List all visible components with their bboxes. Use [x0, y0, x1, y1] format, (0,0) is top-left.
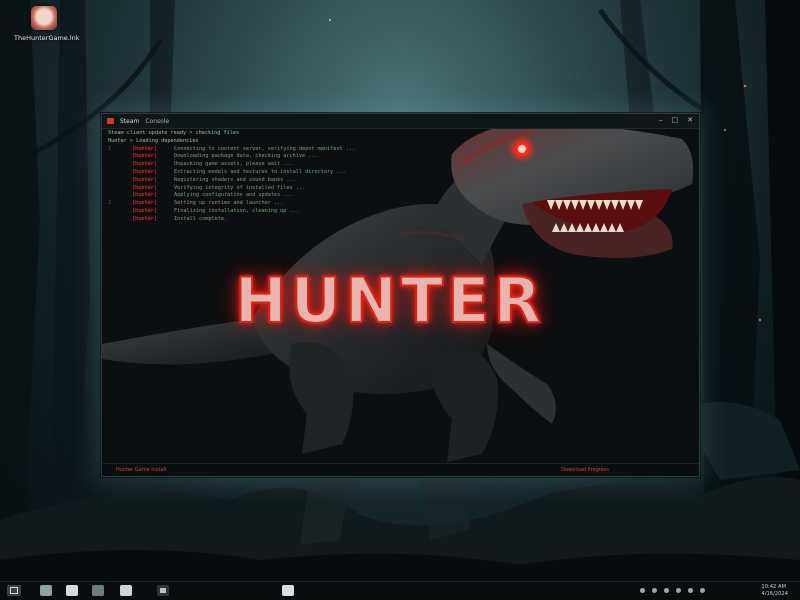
tray-language-icon[interactable] — [700, 588, 705, 593]
desktop-shortcut-icon[interactable]: TheHunterGame.lnk — [14, 6, 80, 42]
minimize-button[interactable]: – — [659, 116, 663, 124]
app-window[interactable]: Steam Console – □ ✕ Steam client update … — [101, 113, 700, 477]
window-controls: – □ ✕ — [659, 116, 693, 124]
taskbar-game-icon[interactable] — [282, 585, 294, 596]
log-row: [hunter] Extracting models and textures t… — [132, 168, 346, 175]
start-button[interactable] — [7, 585, 21, 596]
log-row: [hunter] Registering shaders and sound ba… — [132, 176, 296, 183]
log-row: [hunter] Install complete. — [132, 215, 228, 222]
taskbar-app-icon[interactable] — [66, 585, 78, 596]
clock-time: 10:42 AM — [761, 584, 787, 590]
log-row: [hunter] Unpacking game assets, please wa… — [132, 161, 293, 168]
log-row: [hunter] Applying configuration and updat… — [132, 192, 293, 199]
terminal-header-2: Hunter > Loading dependencies — [108, 137, 199, 144]
terminal-header-1: Steam client update ready > checking fil… — [108, 130, 240, 136]
taskbar-app-icon[interactable] — [157, 585, 169, 596]
taskbar-app-icon[interactable] — [40, 585, 52, 596]
taskbar-app-icon[interactable] — [92, 585, 104, 596]
tab-steam[interactable]: Steam — [120, 118, 139, 125]
window-statusbar: Hunter Game Install Download Progress — [102, 463, 699, 476]
close-button[interactable]: ✕ — [687, 116, 693, 124]
system-tray — [640, 588, 705, 593]
game-shortcut-icon — [31, 6, 57, 30]
log-row: [hunter] Downloading package data, checki… — [132, 153, 318, 160]
maximize-button[interactable]: □ — [672, 116, 679, 124]
tray-chevron-icon[interactable] — [640, 588, 645, 593]
window-titlebar[interactable]: Steam Console – □ ✕ — [102, 114, 699, 129]
app-icon — [107, 118, 114, 124]
desktop-icon-label: TheHunterGame.lnk — [14, 34, 80, 42]
log-row: [hunter] Verifying integrity of installed… — [132, 184, 306, 191]
tab-console[interactable]: Console — [145, 118, 169, 125]
terminal-log: Steam client update ready > checking fil… — [108, 130, 438, 224]
taskbar-clock[interactable]: 10:42 AM 4/16/2024 — [761, 584, 788, 598]
status-right-text: Download Progress — [561, 467, 609, 473]
log-row: 1 [hunter] Connecting to content server, v… — [108, 145, 356, 152]
tray-battery-icon[interactable] — [676, 588, 681, 593]
tray-network-icon[interactable] — [652, 588, 657, 593]
log-row: 2 [hunter] Setting up runtime and launcher… — [108, 200, 284, 207]
taskbar: 10:42 AM 4/16/2024 — [0, 581, 800, 600]
taskbar-app-icon[interactable] — [120, 585, 132, 596]
tray-volume-icon[interactable] — [664, 588, 669, 593]
hunter-title-art: HUNTER — [234, 263, 546, 338]
log-row: [hunter] Finalizing installation, cleanin… — [132, 207, 299, 214]
status-left-text: Hunter Game Install — [116, 467, 167, 473]
clock-date: 4/16/2024 — [761, 591, 788, 597]
tray-notification-icon[interactable] — [688, 588, 693, 593]
